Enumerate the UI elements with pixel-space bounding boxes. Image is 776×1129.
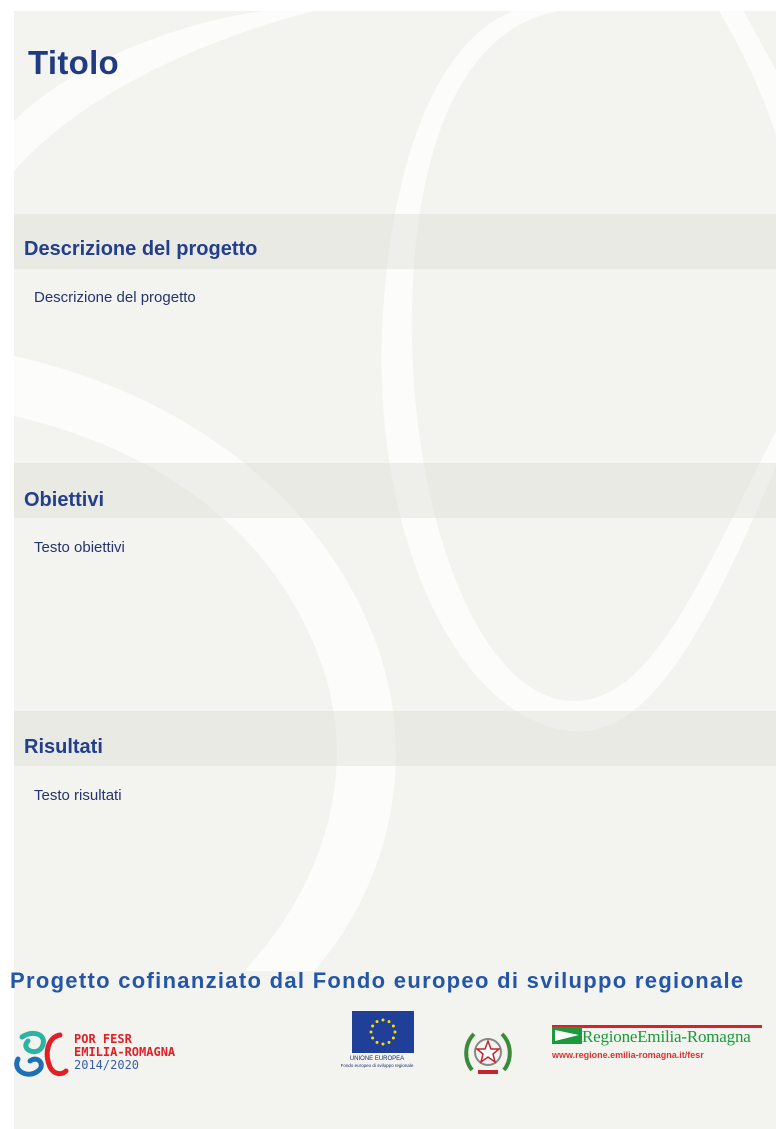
section-band bbox=[14, 711, 776, 766]
por-fesr-swirl-icon bbox=[14, 1030, 69, 1077]
eu-logo: UNIONE EUROPEA Fondo europeo di sviluppo… bbox=[320, 1011, 434, 1081]
cofinancing-statement: Progetto cofinanziato dal Fondo europeo … bbox=[10, 968, 745, 993]
region-mark-icon bbox=[552, 1027, 582, 1044]
section-heading-descrizione: Descrizione del progetto bbox=[24, 238, 258, 260]
page-title: Titolo bbox=[28, 44, 120, 81]
eu-flag-icon bbox=[352, 1011, 414, 1053]
eu-subcaption: Fondo europeo di sviluppo regionale bbox=[340, 1063, 414, 1068]
section-body-obiettivi: Testo obiettivi bbox=[34, 539, 125, 556]
regione-emilia-romagna-logo: RegioneEmilia-Romagna www.regione.emilia… bbox=[552, 1025, 762, 1065]
por-period-label: 2014/2020 bbox=[74, 1058, 140, 1072]
region-url: www.regione.emilia-romagna.it/fesr bbox=[552, 1050, 704, 1060]
section-body-risultati: Testo risultati bbox=[34, 787, 122, 804]
section-heading-risultati: Risultati bbox=[24, 736, 103, 758]
italian-republic-emblem-icon bbox=[462, 1026, 514, 1078]
region-name: RegioneEmilia-Romagna bbox=[582, 1027, 751, 1046]
eu-caption: UNIONE EUROPEA bbox=[349, 1056, 405, 1062]
document-page: Titolo Descrizione del progetto Descrizi… bbox=[14, 11, 776, 1129]
section-heading-obiettivi: Obiettivi bbox=[24, 489, 105, 511]
section-band bbox=[14, 463, 776, 518]
por-fesr-logo: POR FESR EMILIA-ROMAGNA 2014/2020 bbox=[12, 1029, 202, 1079]
section-body-descrizione: Descrizione del progetto bbox=[34, 289, 196, 306]
